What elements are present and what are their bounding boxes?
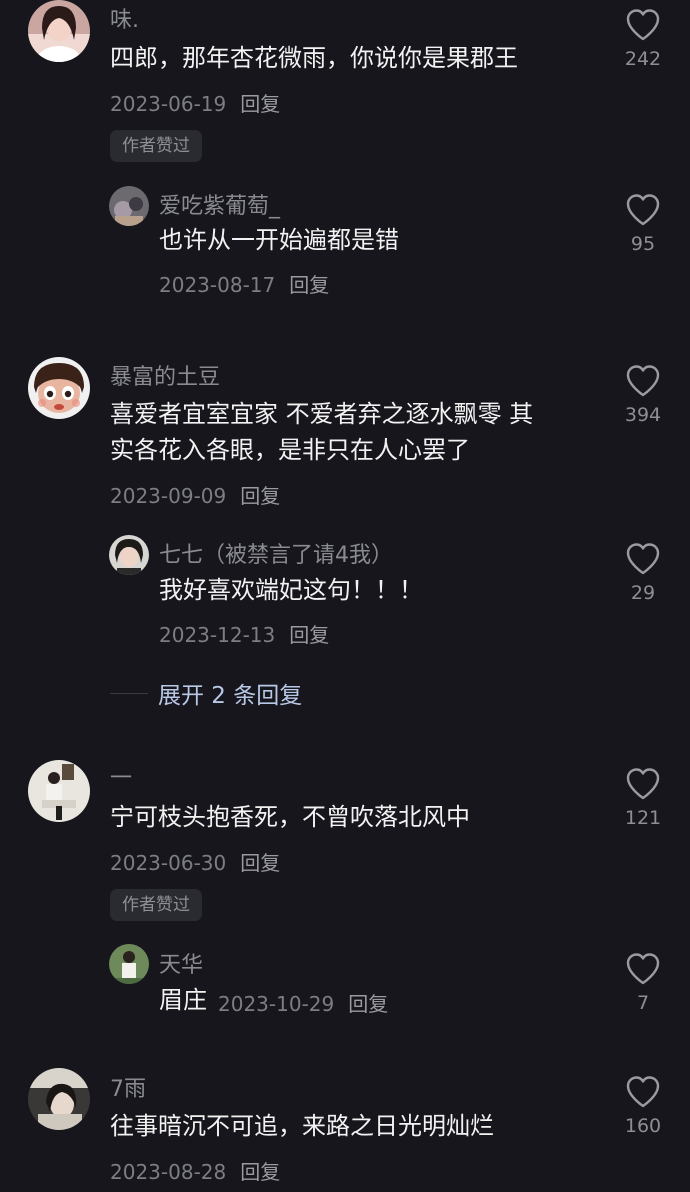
avatar[interactable]: [28, 0, 90, 62]
divider: [110, 692, 148, 694]
author-liked-badge: 作者赞过: [110, 130, 202, 162]
like-count: 160: [624, 1115, 662, 1137]
comment-text[interactable]: 眉庄: [159, 982, 207, 1018]
comment-text-line2[interactable]: 实各花入各眼，是非只在人心罢了: [110, 432, 470, 468]
reply-button[interactable]: 回复: [289, 273, 329, 297]
comment-meta: 2023-06-30 回复: [110, 847, 280, 876]
like-count: 95: [630, 233, 656, 255]
heart-icon: [626, 194, 660, 226]
user-avatar-photo-icon: [109, 944, 149, 984]
comment-date: 2023-08-28: [110, 1160, 227, 1184]
reply-button[interactable]: 回复: [240, 92, 280, 116]
like-count: 121: [624, 807, 662, 829]
comment-meta: 2023-08-17 回复: [159, 269, 329, 298]
user-avatar-photo-icon: [28, 1068, 90, 1130]
like-button[interactable]: 121: [618, 767, 668, 829]
comment-date: 2023-12-13: [159, 623, 276, 647]
comment-username[interactable]: 7雨: [110, 1071, 146, 1103]
avatar[interactable]: [28, 357, 90, 419]
author-liked-badge: 作者赞过: [110, 889, 202, 921]
comment-username[interactable]: 爱吃紫葡萄_: [159, 188, 280, 220]
like-button[interactable]: 242: [618, 8, 668, 70]
comment-text[interactable]: 喜爱者宜室宜家 不爱者弃之逐水飘零 其: [110, 396, 533, 432]
comment-text[interactable]: 往事暗沉不可追，来路之日光明灿烂: [110, 1108, 494, 1144]
like-count: 242: [624, 48, 662, 70]
heart-icon: [626, 768, 660, 800]
comment-date: 2023-09-09: [110, 484, 227, 508]
cartoon-avatar-icon: [28, 357, 90, 419]
expand-replies-label[interactable]: 展开 2 条回复: [158, 683, 302, 709]
heart-icon: [626, 543, 660, 575]
expand-replies-button[interactable]: 展开 2 条回复: [110, 676, 302, 709]
reply-button[interactable]: 回复: [240, 484, 280, 508]
heart-icon: [626, 9, 660, 41]
comment-date: 2023-10-29: [218, 992, 335, 1016]
comment-username[interactable]: 味.: [110, 2, 139, 34]
comment-date: 2023-06-30: [110, 851, 227, 875]
like-button[interactable]: 29: [618, 542, 668, 604]
user-avatar-photo-icon: [109, 186, 149, 226]
comment-meta: 2023-09-09 回复: [110, 480, 280, 509]
avatar[interactable]: [109, 186, 149, 226]
like-button[interactable]: 160: [618, 1075, 668, 1137]
comment-text[interactable]: 四郎，那年杏花微雨，你说你是果郡王: [110, 40, 518, 76]
like-button[interactable]: 95: [618, 193, 668, 255]
comment-date: 2023-06-19: [110, 92, 227, 116]
reply-button[interactable]: 回复: [240, 1160, 280, 1184]
comment-date: 2023-08-17: [159, 273, 276, 297]
reply-button[interactable]: 回复: [240, 851, 280, 875]
heart-icon: [626, 1076, 660, 1108]
avatar[interactable]: [28, 760, 90, 822]
comment-username[interactable]: 暴富的土豆: [110, 359, 220, 391]
avatar[interactable]: [109, 944, 149, 984]
comment-meta: 2023-06-19 回复: [110, 88, 280, 117]
like-button[interactable]: 394: [618, 364, 668, 426]
avatar[interactable]: [109, 535, 149, 575]
comment-meta: 2023-12-13 回复: [159, 619, 329, 648]
user-avatar-photo-icon: [28, 760, 90, 822]
reply-button[interactable]: 回复: [289, 623, 329, 647]
comment-username[interactable]: 七七（被禁言了请4我）: [159, 537, 393, 569]
comment-meta: 2023-08-28 回复: [110, 1156, 280, 1185]
comment-username[interactable]: 天华: [159, 947, 203, 979]
user-avatar-photo-icon: [109, 535, 149, 575]
comment-meta: 2023-10-29 回复: [218, 988, 388, 1017]
heart-icon: [626, 953, 660, 985]
comment-text[interactable]: 我好喜欢端妃这句！！！: [159, 572, 423, 608]
reply-button[interactable]: 回复: [348, 992, 388, 1016]
avatar[interactable]: [28, 1068, 90, 1130]
user-avatar-photo-icon: [28, 0, 90, 62]
comment-text[interactable]: 也许从一开始遍都是错: [159, 222, 399, 258]
like-count: 29: [630, 582, 656, 604]
like-button[interactable]: 7: [618, 952, 668, 1014]
heart-icon: [626, 365, 660, 397]
like-count: 7: [636, 992, 650, 1014]
comment-text[interactable]: 宁可枝头抱香死，不曾吹落北风中: [110, 799, 470, 835]
like-count: 394: [624, 404, 662, 426]
comment-username[interactable]: 一: [110, 760, 132, 792]
